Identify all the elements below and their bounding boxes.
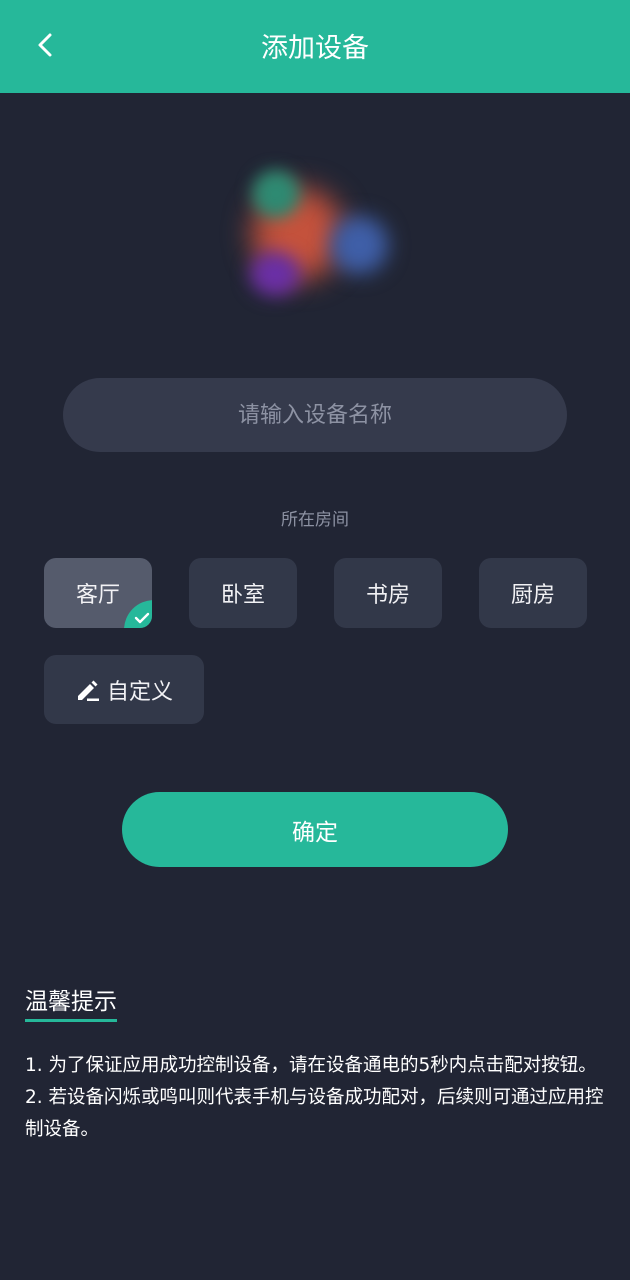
tip-line: 1. 为了保证应用成功控制设备，请在设备通电的5秒内点击配对按钮。: [25, 1055, 597, 1076]
tips-body: 1. 为了保证应用成功控制设备，请在设备通电的5秒内点击配对按钮。 2. 若设备…: [25, 1050, 615, 1146]
check-icon: [134, 612, 150, 624]
tip-line: 2. 若设备闪烁或鸣叫则代表手机与设备成功配对，后续则可通过应用控制设备。: [25, 1087, 604, 1140]
room-option-custom[interactable]: 自定义: [44, 655, 204, 724]
device-name-input[interactable]: [63, 378, 567, 452]
app-header: 添加设备: [0, 0, 630, 93]
room-label: 所在房间: [281, 510, 349, 530]
device-image: [230, 160, 400, 310]
room-option-kitchen[interactable]: 厨房: [479, 558, 587, 628]
room-option-study[interactable]: 书房: [334, 558, 442, 628]
room-option-label: 客厅: [75, 583, 120, 608]
room-option-bedroom[interactable]: 卧室: [189, 558, 297, 628]
room-option-living-room[interactable]: 客厅: [44, 558, 152, 628]
room-option-label: 厨房: [510, 583, 555, 608]
confirm-button[interactable]: 确定: [122, 792, 508, 867]
custom-label: 自定义: [106, 679, 173, 705]
tips-title: 温馨提示: [25, 982, 117, 1022]
room-option-label: 卧室: [220, 583, 265, 608]
room-option-label: 书房: [365, 583, 410, 608]
pencil-icon: [77, 680, 99, 701]
selected-check-badge: [124, 600, 152, 628]
page-title: 添加设备: [261, 33, 369, 64]
